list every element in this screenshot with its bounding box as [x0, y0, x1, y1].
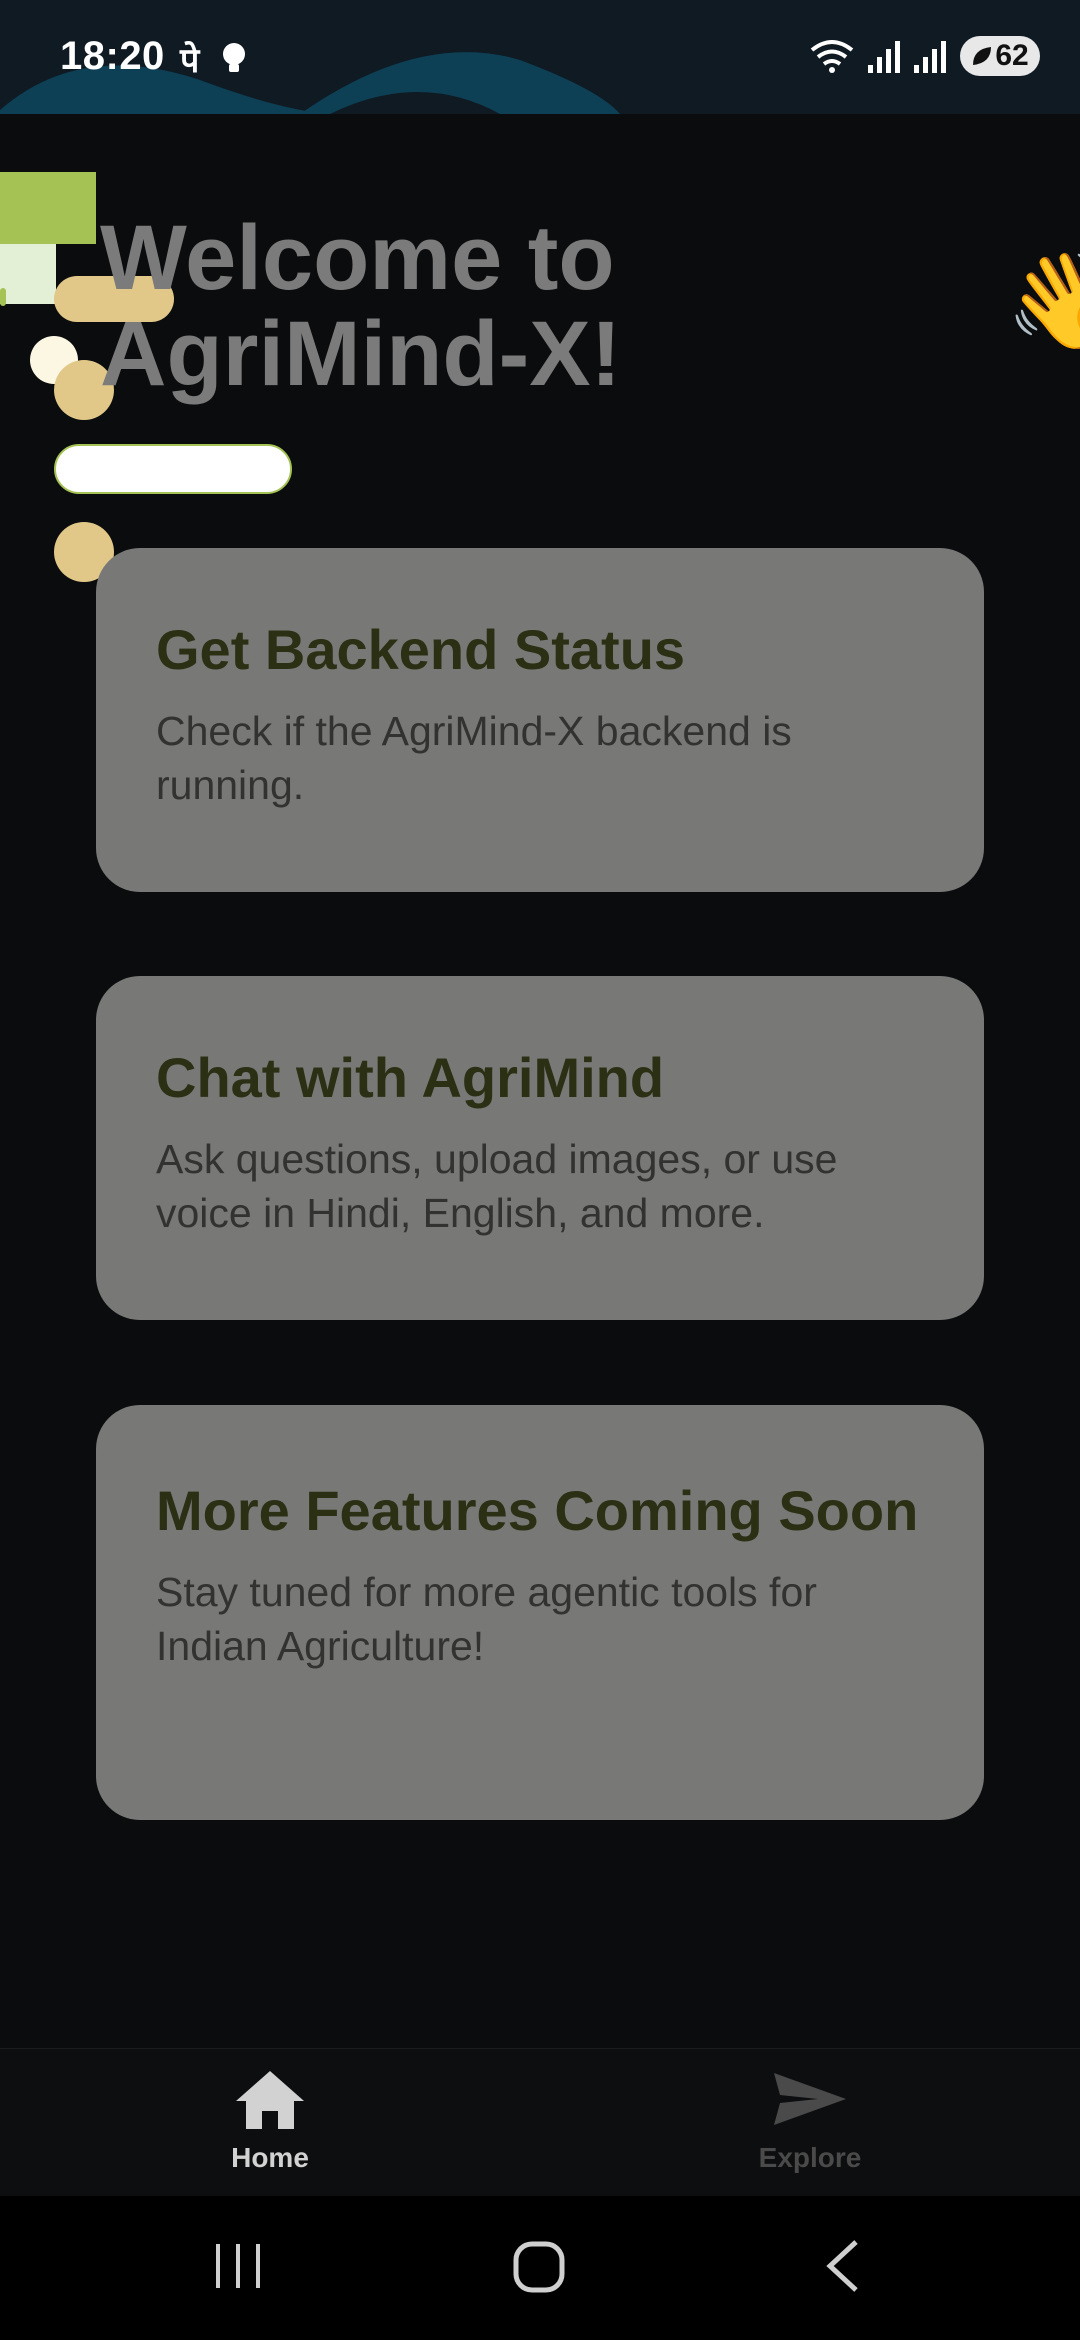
home-button-icon[interactable] — [512, 2238, 568, 2294]
backend-status-card[interactable]: Get Backend Status Check if the AgriMind… — [96, 548, 984, 892]
welcome-line-1: Welcome to — [100, 207, 615, 309]
welcome-line-2: AgriMind-X! — [100, 303, 622, 405]
deco-green-square — [0, 172, 96, 244]
back-icon[interactable] — [822, 2238, 862, 2294]
coming-soon-card[interactable]: More Features Coming Soon Stay tuned for… — [96, 1405, 984, 1820]
battery-level: 62 — [995, 39, 1029, 72]
home-icon — [236, 2071, 304, 2129]
deco-white-pill — [54, 444, 292, 494]
lightbulb-icon — [223, 43, 246, 72]
deco-dot-green — [0, 288, 6, 306]
status-bar: 18:20 पे 62 — [0, 0, 1080, 114]
card-title: Chat with AgriMind — [156, 1046, 665, 1109]
deco-light-green-block — [0, 244, 56, 304]
signal-icon-sim1 — [868, 41, 900, 73]
recents-icon[interactable] — [214, 2238, 262, 2294]
waving-hand-emoji: 👋 — [1005, 247, 1080, 354]
nav-item-explore[interactable]: Explore — [700, 2067, 920, 2174]
pe-indicator: पे — [180, 41, 200, 81]
battery-indicator: 62 — [960, 36, 1040, 76]
bottom-nav: Home Explore — [0, 2048, 1080, 2197]
card-title: More Features Coming Soon — [156, 1479, 919, 1542]
nav-label-home: Home — [231, 2142, 309, 2173]
card-description: Check if the AgriMind-X backend is runni… — [156, 708, 792, 808]
card-description: Stay tuned for more agentic tools for In… — [156, 1569, 817, 1669]
wifi-icon — [810, 40, 854, 73]
welcome-heading: Welcome to AgriMind-X! — [100, 210, 700, 402]
nav-label-explore: Explore — [758, 2142, 862, 2173]
nav-item-home[interactable]: Home — [160, 2067, 380, 2174]
status-time: 18:20 — [60, 34, 165, 78]
system-nav-bar — [0, 2196, 1080, 2340]
battery-saver-leaf-icon — [973, 47, 992, 65]
signal-icon-sim2 — [914, 41, 946, 73]
card-title: Get Backend Status — [156, 618, 686, 681]
chat-card[interactable]: Chat with AgriMind Ask questions, upload… — [96, 976, 984, 1320]
send-icon — [774, 2073, 846, 2125]
card-description: Ask questions, upload images, or use voi… — [156, 1136, 838, 1236]
